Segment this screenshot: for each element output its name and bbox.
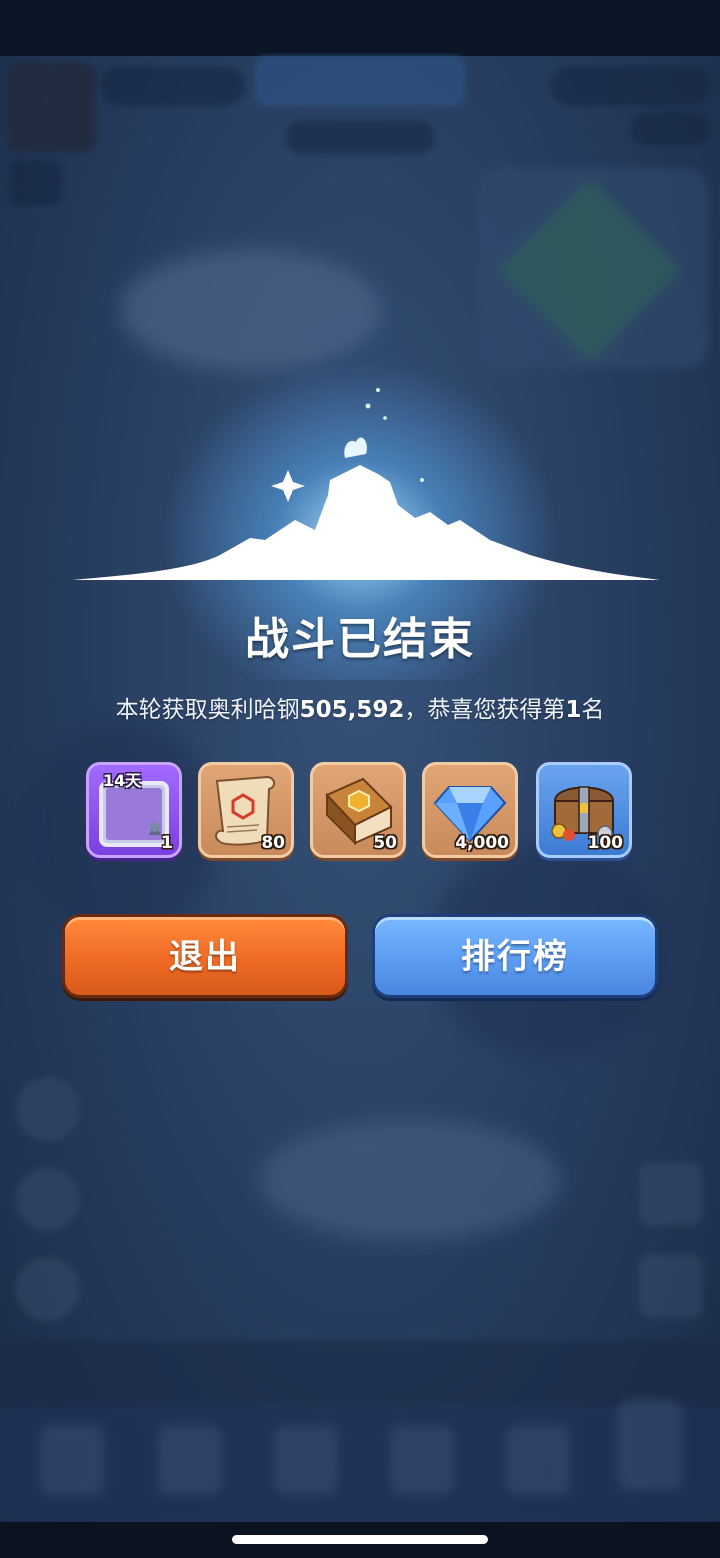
subtitle-suffix: 名 [581, 697, 605, 723]
reward-quantity: 4,000 [455, 833, 509, 853]
home-indicator[interactable] [232, 1535, 488, 1544]
reward-item[interactable]: 14天 1 [86, 762, 182, 858]
reward-quantity: 50 [373, 833, 397, 853]
subtitle-prefix: 本轮获取奥利哈钢 [115, 697, 300, 723]
leaderboard-button[interactable]: 排行榜 [372, 914, 658, 998]
reward-item[interactable]: 100 [536, 762, 632, 858]
reward-item[interactable]: 50 [310, 762, 406, 858]
duration-badge: 14天 [103, 771, 142, 790]
status-bar [0, 0, 720, 56]
subtitle-middle: ，恭喜您获得第 [404, 697, 566, 723]
reward-amount: 505,592 [299, 697, 405, 723]
exit-button[interactable]: 退出 [62, 914, 348, 998]
reward-item[interactable]: 4,000 [422, 762, 518, 858]
reward-quantity: 100 [587, 833, 624, 853]
result-title: 战斗已结束 [245, 614, 475, 665]
reward-quantity: 80 [261, 833, 285, 853]
result-subtitle: 本轮获取奥利哈钢505,592，恭喜您获得第1名 [0, 690, 720, 724]
reward-item[interactable]: 80 [198, 762, 294, 858]
rank-number: 1 [565, 697, 582, 723]
mountain-emblem-icon [72, 388, 660, 580]
reward-quantity: 1 [161, 833, 173, 853]
